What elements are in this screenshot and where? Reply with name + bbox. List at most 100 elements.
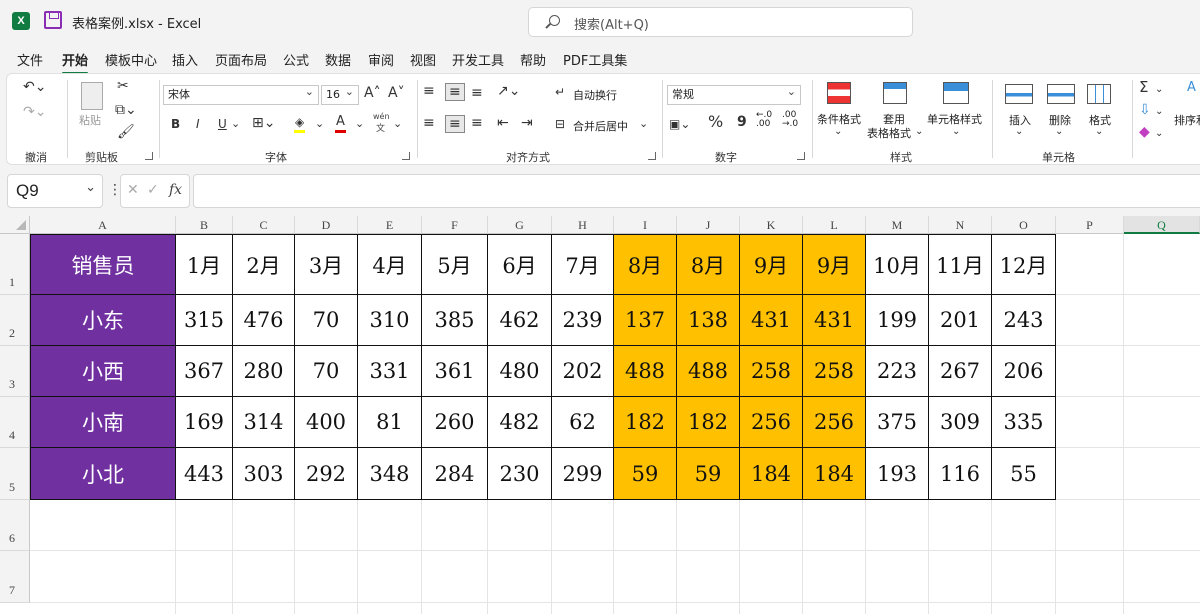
value-cell[interactable]: 81 [358, 397, 422, 448]
font-launcher-icon[interactable] [402, 152, 410, 160]
row-header-7[interactable]: 7 [0, 551, 30, 603]
format-as-table-dropdown-icon[interactable]: ⌄ [915, 124, 923, 140]
merge-center-button[interactable]: 合并后居中 [573, 118, 628, 134]
value-cell[interactable]: 70 [295, 346, 358, 397]
value-cell[interactable]: 267 [929, 346, 992, 397]
salesperson-cell[interactable]: 小西 [30, 346, 176, 397]
worksheet-grid[interactable]: ABCDEFGHIJKLMNOPQ 1234567 销售员 1月 2月 3月 4月 5月 6… [0, 216, 1200, 614]
decrease-decimal-button[interactable]: .00 →.0 [782, 111, 798, 129]
row-header-2[interactable]: 2 [0, 295, 30, 346]
wrap-text-button[interactable]: 自动换行 [573, 87, 617, 103]
column-header-o[interactable]: O [992, 216, 1056, 234]
header-cell[interactable]: 2月 [233, 234, 295, 295]
paste-button[interactable]: 粘贴 [79, 112, 101, 128]
value-cell[interactable]: 62 [552, 397, 614, 448]
value-cell[interactable]: 367 [176, 346, 233, 397]
salesperson-cell[interactable]: 小北 [30, 448, 176, 500]
value-cell[interactable]: 361 [422, 346, 488, 397]
clipboard-launcher-icon[interactable] [145, 152, 153, 160]
value-cell[interactable]: 256 [803, 397, 866, 448]
fill-dropdown-icon[interactable]: ⌄ [1155, 104, 1163, 120]
search-box[interactable]: 搜索(Alt+Q) [528, 7, 913, 37]
value-cell[interactable]: 299 [552, 448, 614, 500]
format-as-table-button[interactable]: 表格格式 [867, 125, 911, 141]
fill-color-icon[interactable]: ◈ [294, 114, 306, 133]
row-header-6[interactable]: 6 [0, 500, 30, 551]
column-header-n[interactable]: N [929, 216, 992, 234]
value-cell[interactable]: 201 [929, 295, 992, 346]
value-cell[interactable]: 488 [614, 346, 677, 397]
insert-function-icon[interactable]: fx [169, 182, 182, 198]
fill-icon[interactable]: ⇩ [1139, 102, 1151, 118]
row-header-4[interactable]: 4 [0, 397, 30, 448]
tab-file[interactable]: 文件 [17, 50, 43, 69]
borders-icon[interactable]: ⊞⌄ [252, 115, 275, 131]
tab-page-layout[interactable]: 页面布局 [215, 50, 267, 69]
align-right-icon[interactable]: ≡ [471, 115, 483, 131]
save-icon[interactable] [44, 11, 62, 29]
column-header-m[interactable]: M [866, 216, 929, 234]
tab-developer[interactable]: 开发工具 [452, 50, 504, 69]
autosum-button[interactable]: Σ [1139, 79, 1148, 95]
tab-insert[interactable]: 插入 [172, 50, 198, 69]
select-all-button[interactable] [0, 216, 30, 234]
header-cell[interactable]: 9月 [803, 234, 866, 295]
number-format-dropdown[interactable]: 常规 [667, 85, 801, 105]
undo-icon[interactable]: ↶⌄ [23, 79, 46, 95]
value-cell[interactable]: 199 [866, 295, 929, 346]
accounting-format-icon[interactable]: ▣⌄ [669, 116, 690, 132]
value-cell[interactable]: 55 [992, 448, 1056, 500]
column-header-h[interactable]: H [552, 216, 614, 234]
format-dropdown-icon[interactable]: ⌄ [1095, 124, 1103, 140]
value-cell[interactable]: 182 [677, 397, 740, 448]
value-cell[interactable]: 258 [740, 346, 803, 397]
value-cell[interactable]: 462 [488, 295, 552, 346]
salesperson-cell[interactable]: 小东 [30, 295, 176, 346]
value-cell[interactable]: 482 [488, 397, 552, 448]
value-cell[interactable]: 309 [929, 397, 992, 448]
salesperson-cell[interactable]: 小南 [30, 397, 176, 448]
increase-indent-icon[interactable]: ⇥ [521, 115, 533, 131]
insert-dropdown-icon[interactable]: ⌄ [1015, 124, 1023, 140]
row-header-1[interactable]: 1 [0, 234, 30, 295]
value-cell[interactable]: 488 [677, 346, 740, 397]
value-cell[interactable]: 184 [803, 448, 866, 500]
conditional-dropdown-icon[interactable]: ⌄ [834, 124, 842, 140]
column-header-j[interactable]: J [677, 216, 740, 234]
column-header-g[interactable]: G [488, 216, 552, 234]
phonetic-icon[interactable]: 文 [376, 121, 385, 134]
value-cell[interactable]: 137 [614, 295, 677, 346]
value-cell[interactable]: 331 [358, 346, 422, 397]
align-center-icon[interactable]: ≡ [445, 115, 465, 133]
value-cell[interactable]: 431 [740, 295, 803, 346]
value-cell[interactable]: 70 [295, 295, 358, 346]
tab-help[interactable]: 帮助 [520, 50, 546, 69]
value-cell[interactable]: 310 [358, 295, 422, 346]
autosum-dropdown-icon[interactable]: ⌄ [1155, 82, 1163, 98]
sort-filter-button[interactable]: 排序和 [1174, 112, 1200, 128]
clear-icon[interactable]: ◆ [1139, 124, 1150, 140]
value-cell[interactable]: 243 [992, 295, 1056, 346]
underline-button[interactable]: U [218, 116, 227, 132]
tab-view[interactable]: 视图 [410, 50, 436, 69]
tab-templates[interactable]: 模板中心 [105, 50, 157, 69]
cut-icon[interactable]: ✂ [117, 78, 129, 94]
value-cell[interactable]: 385 [422, 295, 488, 346]
grow-font-icon[interactable]: A˄ [364, 85, 381, 101]
value-cell[interactable]: 335 [992, 397, 1056, 448]
tab-home[interactable]: 开始 [62, 50, 89, 75]
decrease-indent-icon[interactable]: ⇤ [497, 115, 509, 131]
tab-pdf-tools[interactable]: PDF工具集 [563, 50, 627, 69]
underline-dropdown-icon[interactable]: ⌄ [231, 116, 240, 132]
value-cell[interactable]: 206 [992, 346, 1056, 397]
percent-button[interactable]: % [708, 114, 723, 130]
column-header-i[interactable]: I [614, 216, 677, 234]
column-header-f[interactable]: F [422, 216, 488, 234]
value-cell[interactable]: 348 [358, 448, 422, 500]
value-cell[interactable]: 480 [488, 346, 552, 397]
value-cell[interactable]: 202 [552, 346, 614, 397]
number-launcher-icon[interactable] [797, 152, 805, 160]
column-header-l[interactable]: L [803, 216, 866, 234]
column-header-k[interactable]: K [740, 216, 803, 234]
align-top-icon[interactable]: ≡ [423, 83, 435, 99]
